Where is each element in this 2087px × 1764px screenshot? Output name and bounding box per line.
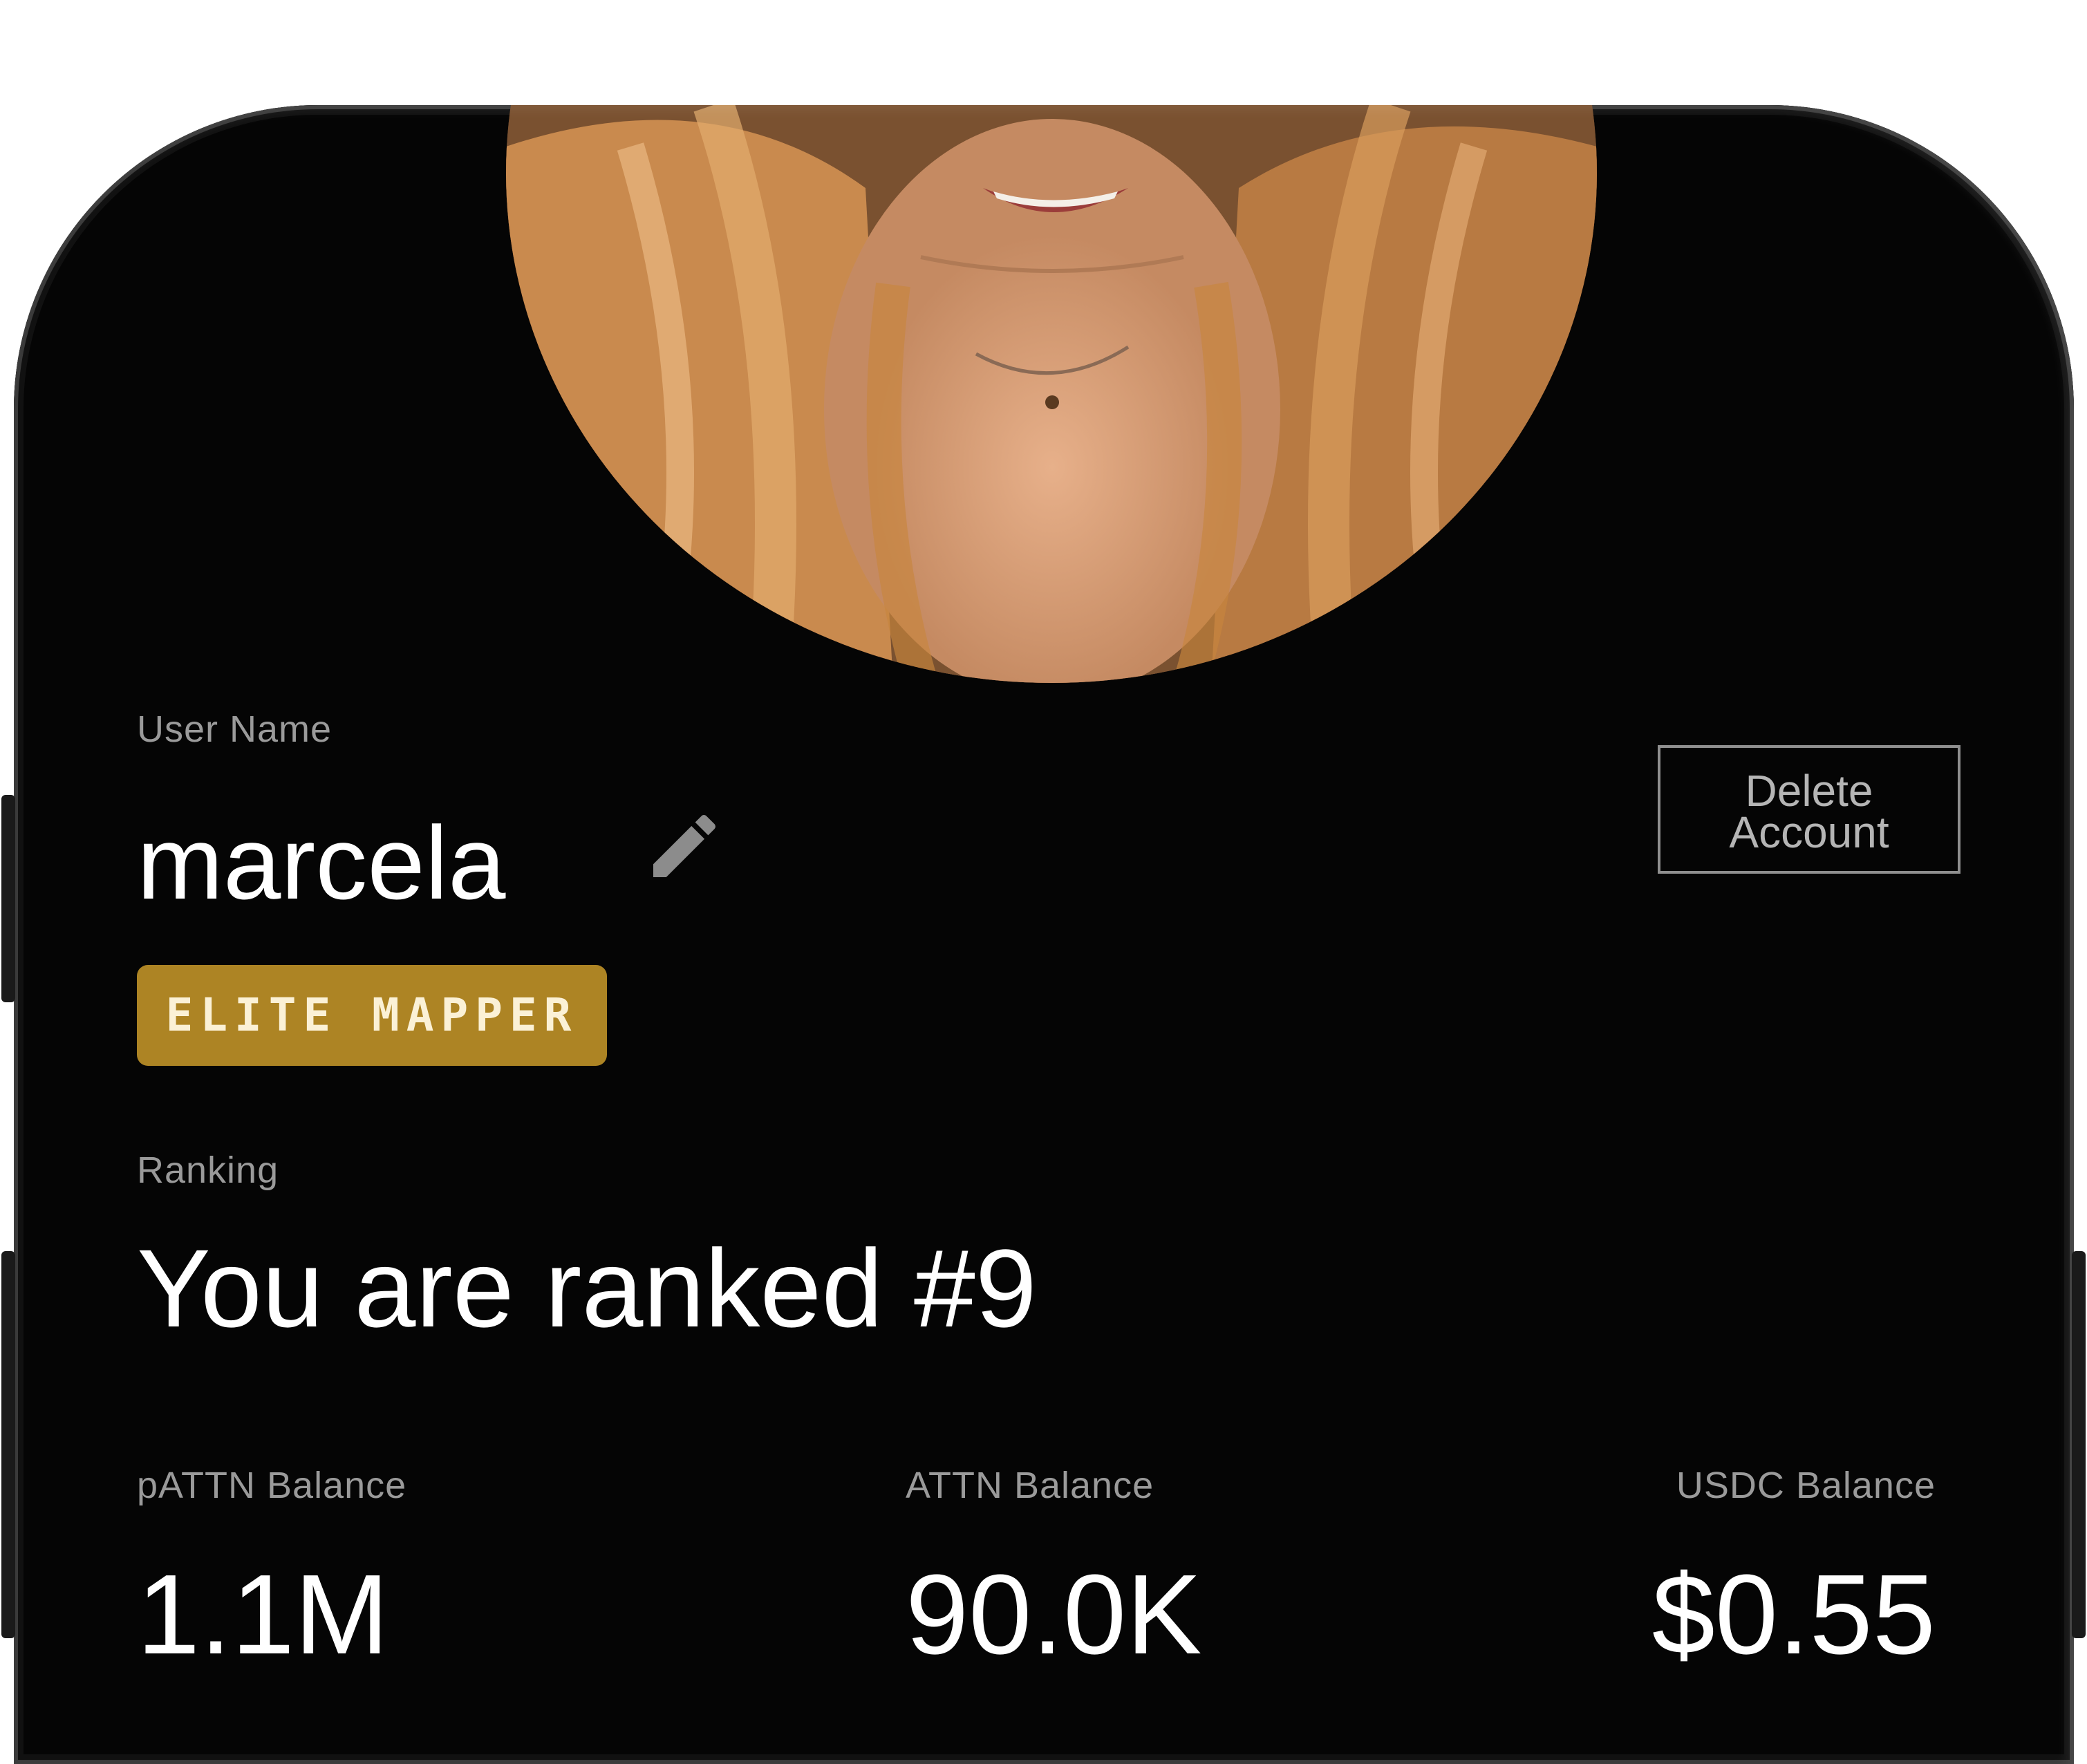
status-badge: ELITE MAPPER	[137, 965, 607, 1066]
pattn-balance-value: 1.1M	[137, 1551, 389, 1678]
side-button	[1, 1251, 15, 1638]
username-label: User Name	[137, 709, 333, 750]
attn-balance-label: ATTN Balance	[906, 1465, 1154, 1506]
ranking-label: Ranking	[137, 1150, 279, 1191]
phone-frame: User Name marcela Delete Account ELITE M…	[14, 105, 2074, 1764]
attn-balance-value: 90.0K	[906, 1551, 1202, 1678]
pencil-icon[interactable]	[643, 805, 726, 888]
volume-button	[1, 795, 15, 1002]
power-button	[2072, 1251, 2086, 1638]
avatar[interactable]	[506, 105, 1597, 683]
usdc-balance-label: USDC Balance	[1676, 1465, 1936, 1506]
pattn-balance-label: pATTN Balance	[137, 1465, 407, 1506]
profile-screen: User Name marcela Delete Account ELITE M…	[14, 105, 2074, 1764]
delete-account-line2: Account	[1729, 807, 1889, 857]
ranking-text: You are ranked #9	[137, 1226, 1037, 1350]
usdc-balance-value: $0.55	[1651, 1551, 1936, 1678]
username: marcela	[137, 805, 506, 921]
delete-account-button[interactable]: Delete Account	[1658, 745, 1960, 874]
avatar-photo	[506, 105, 1597, 683]
